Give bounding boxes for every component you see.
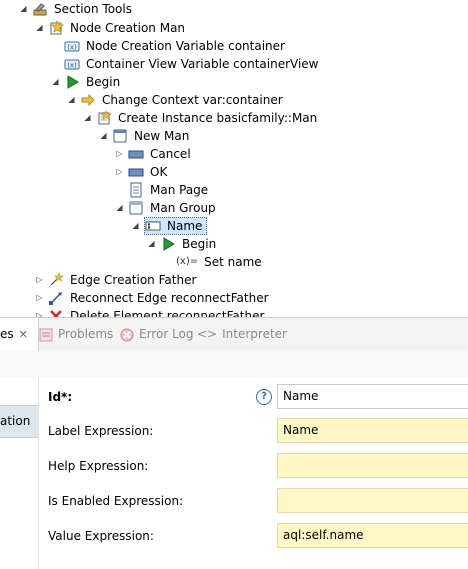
expanded-arrow-icon[interactable]: ◢ [146, 235, 157, 253]
delete-icon [48, 308, 64, 317]
model-tree: ◢ Section Tools ◢ Node Creation Man (x) … [0, 0, 468, 317]
dialog-window-icon [112, 128, 128, 144]
expanded-arrow-icon[interactable]: ◢ [66, 91, 77, 109]
button-widget-icon [128, 146, 144, 162]
collapsed-arrow-icon[interactable]: ▷ [114, 163, 125, 181]
tree-item-node-creation-man[interactable]: ◢ Node Creation Man [34, 19, 187, 37]
expanded-arrow-icon[interactable]: ◢ [18, 0, 29, 18]
tree-item-man-page[interactable]: Man Page [114, 181, 210, 199]
tree-item-reconnect-edge[interactable]: ▷ Reconnect Edge reconnectFather [34, 289, 271, 307]
is-enabled-expression-field[interactable] [277, 488, 468, 513]
expanded-arrow-icon[interactable]: ◢ [34, 19, 45, 37]
help-expression-label: Help Expression: [48, 459, 149, 473]
id-field[interactable]: Name [277, 384, 468, 409]
tree-item-begin[interactable]: ◢ Begin [50, 73, 122, 91]
tree-item-node-creation-variable[interactable]: (x) Node Creation Variable container [50, 37, 287, 55]
tab-error-log[interactable]: Error Log [119, 318, 194, 351]
tools-icon [32, 1, 48, 17]
text-widget-icon [145, 218, 161, 234]
page-icon [128, 182, 144, 198]
tree-item-create-instance[interactable]: ◢ Create Instance basicfamily::Man [82, 109, 319, 127]
collapsed-arrow-icon[interactable]: ▷ [34, 307, 45, 317]
change-context-icon [80, 92, 96, 108]
begin-play-icon [160, 236, 176, 252]
label-expression-field[interactable]: Name [277, 418, 468, 443]
expanded-arrow-icon[interactable]: ◢ [82, 109, 93, 127]
tree-item-ok[interactable]: ▷ OK [114, 163, 169, 181]
tree-item-man-group[interactable]: ◢ Man Group [114, 199, 218, 217]
tree-item-delete-element[interactable]: ▷ Delete Element reconnectFather [34, 307, 266, 317]
value-expression-label: Value Expression: [48, 529, 154, 543]
tree-item-cancel[interactable]: ▷ Cancel [114, 145, 193, 163]
variable-icon: (x) [64, 56, 80, 72]
selected-tree-node[interactable]: Name [144, 217, 208, 235]
expanded-arrow-icon[interactable]: ◢ [114, 199, 125, 217]
collapsed-arrow-icon[interactable]: ▷ [34, 289, 45, 307]
tree-item-begin-2[interactable]: ◢ Begin [146, 235, 218, 253]
view-tab-bar: es ✕ Problems Error Log <> Interpreter [0, 317, 468, 352]
tab-properties[interactable]: es ✕ [0, 318, 39, 351]
problems-icon [38, 327, 54, 343]
tree-item-container-view-variable[interactable]: (x) Container View Variable containerVie… [50, 55, 320, 73]
svg-text:(x): (x) [67, 62, 77, 70]
tree-item-new-man[interactable]: ◢ New Man [98, 127, 191, 145]
begin-play-icon [64, 74, 80, 90]
tree-item-set-name[interactable]: (x)= Set name [162, 253, 264, 271]
close-icon[interactable]: ✕ [19, 318, 28, 351]
label-expression-label: Label Expression: [48, 424, 154, 438]
svg-text:(x): (x) [67, 44, 77, 52]
expanded-arrow-icon[interactable]: ◢ [50, 73, 61, 91]
reconnect-edge-icon [48, 290, 64, 306]
value-expression-field[interactable]: aql:self.name [277, 523, 468, 548]
collapsed-arrow-icon[interactable]: ▷ [34, 271, 45, 289]
node-creation-icon [48, 20, 64, 36]
interpreter-icon: <> [197, 327, 218, 341]
help-icon[interactable]: ? [256, 389, 272, 405]
button-widget-icon [128, 164, 144, 180]
group-icon [128, 200, 144, 216]
tree-item-edge-creation-father[interactable]: ▷ Edge Creation Father [34, 271, 198, 289]
edge-creation-icon [48, 272, 64, 288]
tab-problems[interactable]: Problems [38, 318, 113, 351]
error-log-icon [119, 327, 135, 343]
collapsed-arrow-icon[interactable]: ▷ [114, 145, 125, 163]
tree-item-section-tools[interactable]: ◢ Section Tools [18, 0, 134, 18]
tab-interpreter[interactable]: <> Interpreter [197, 318, 287, 351]
variable-icon: (x) [64, 38, 80, 54]
properties-form: Id*: ? Name Label Expression: Name Help … [39, 378, 468, 569]
create-instance-icon [96, 110, 112, 126]
view-toolbar [0, 351, 468, 379]
expanded-arrow-icon[interactable]: ◢ [130, 217, 141, 235]
category-tab-selected[interactable]: ation [0, 405, 38, 438]
is-enabled-expression-label: Is Enabled Expression: [48, 494, 184, 508]
help-expression-field[interactable] [277, 453, 468, 478]
tree-item-change-context[interactable]: ◢ Change Context var:container [66, 91, 285, 109]
id-label: Id*: [48, 390, 73, 404]
tree-item-name[interactable]: ◢ Name [130, 217, 208, 235]
set-value-icon: (x)= [176, 256, 199, 267]
expanded-arrow-icon[interactable]: ◢ [98, 127, 109, 145]
